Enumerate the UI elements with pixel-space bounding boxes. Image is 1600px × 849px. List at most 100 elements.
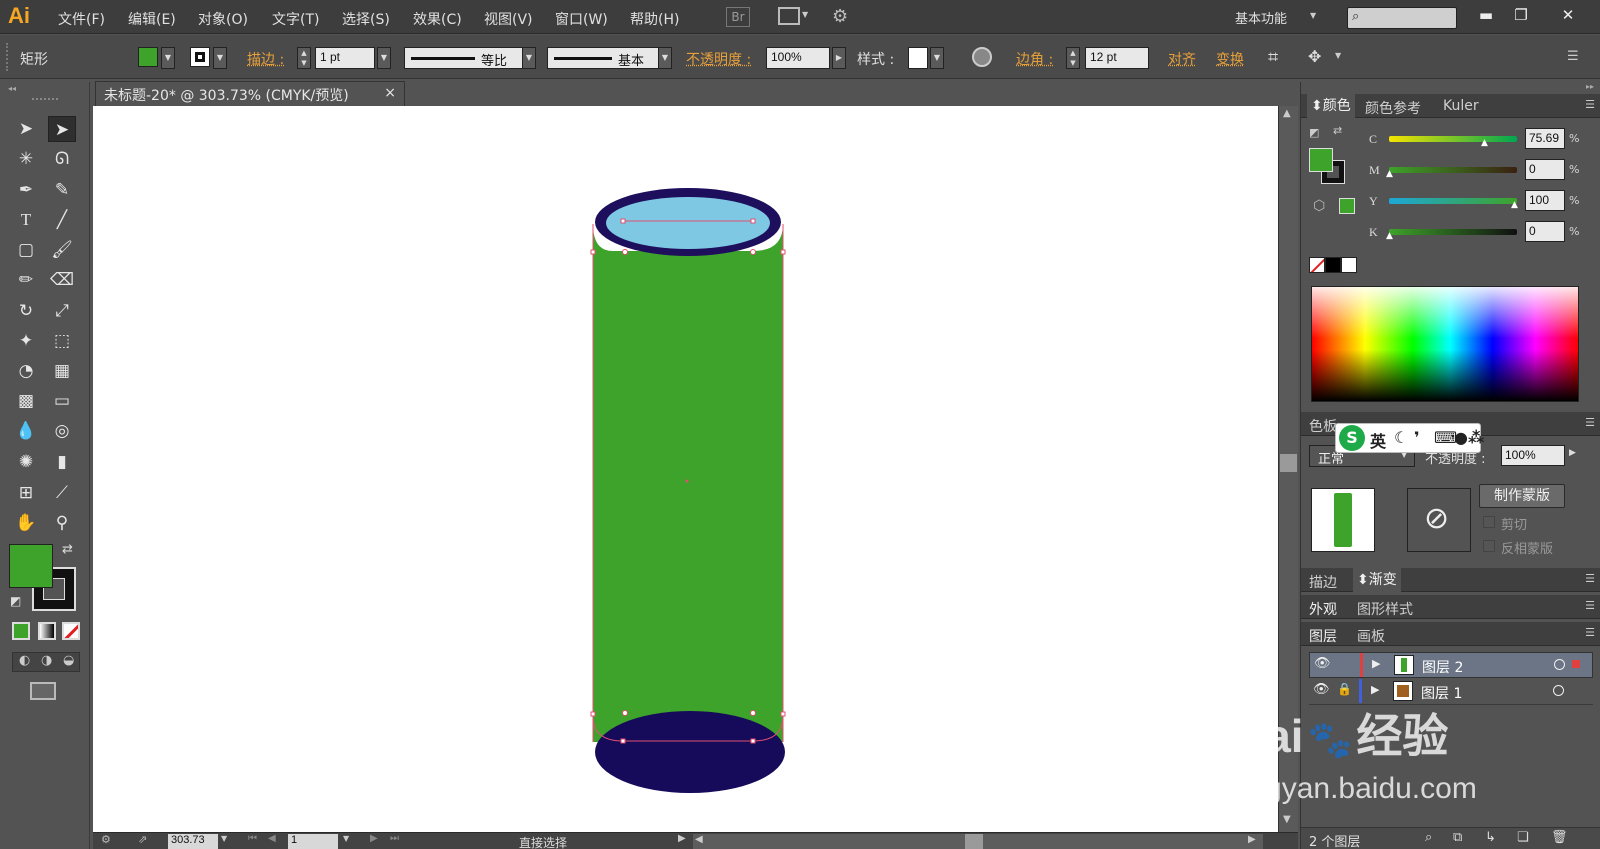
artboard-canvas[interactable] — [93, 106, 1278, 832]
profile-dropdown[interactable]: ▼ — [522, 47, 536, 69]
style-dropdown[interactable]: ▼ — [930, 47, 944, 69]
stroke-stepper[interactable]: ▲ ▼ — [297, 47, 311, 69]
document-tab[interactable]: 未标题-20* @ 303.73% (CMYK/预览) × — [95, 81, 405, 106]
anchor-point[interactable] — [750, 738, 756, 744]
rotate-tool-icon[interactable]: ↻ — [12, 298, 40, 324]
anchor-point[interactable] — [750, 249, 756, 255]
slice-tool-icon[interactable]: ⟋ — [48, 480, 76, 506]
swap-fill-stroke-icon[interactable]: ⇄ — [1333, 124, 1342, 137]
gradient-mode-icon[interactable] — [38, 622, 56, 640]
help-search-input[interactable]: ⌕ — [1347, 7, 1457, 29]
eye-icon[interactable]: 👁 — [1314, 656, 1331, 671]
chevron-down-icon[interactable]: ▼ — [1335, 51, 1341, 60]
ime-toolbar[interactable]: S 英 ☾ ❜ ⌨ ● ⁂ — [1335, 423, 1484, 453]
artboard-tool-icon[interactable]: ⊞ — [12, 480, 40, 506]
channel-c-value[interactable]: 75.69 — [1525, 128, 1565, 149]
menu-object[interactable]: 对象(O) — [198, 9, 248, 29]
minimize-button[interactable]: ▬ — [1470, 4, 1502, 26]
next-artboard-icon[interactable]: ▶ — [370, 833, 378, 844]
white-swatch[interactable] — [1341, 257, 1357, 273]
selection-tool-icon[interactable]: ➤ — [12, 116, 40, 142]
type-tool-icon[interactable]: T — [12, 207, 40, 233]
panel-menu-icon[interactable]: ☰ — [1585, 572, 1595, 585]
none-swatch[interactable] — [1309, 257, 1325, 273]
brush-definition[interactable]: 基本 — [547, 47, 659, 69]
panel-menu-icon[interactable]: ☰ — [1585, 626, 1595, 639]
corner-label[interactable]: 边角 : — [1016, 49, 1053, 69]
tab-artboards[interactable]: 画板 — [1357, 626, 1385, 646]
symbol-sprayer-tool-icon[interactable]: ✺ — [12, 449, 40, 475]
new-sublayer-icon[interactable]: ↳ — [1485, 830, 1496, 845]
align-link[interactable]: 对齐 — [1168, 49, 1196, 69]
ime-language[interactable]: 英 — [1370, 428, 1386, 452]
perspective-grid-tool-icon[interactable]: ▦ — [48, 358, 76, 384]
pen-tool-icon[interactable]: ✒ — [12, 177, 40, 203]
mask-thumbnail[interactable]: ⊘ — [1407, 488, 1471, 552]
hscroll-thumb[interactable] — [965, 834, 983, 849]
gpu-status-icon[interactable]: ⚙ — [101, 833, 111, 846]
stroke-weight-label[interactable]: 描边 : — [247, 49, 284, 69]
tab-appearance[interactable]: 外观 — [1309, 599, 1337, 619]
restore-button[interactable]: ❐ — [1505, 4, 1537, 26]
tab-stroke[interactable]: 描边 — [1309, 572, 1337, 592]
first-artboard-icon[interactable]: ⏮ — [248, 833, 257, 844]
eraser-tool-icon[interactable]: ⌫ — [48, 267, 76, 293]
screen-mode-icon[interactable] — [30, 682, 56, 700]
stroke-weight-field[interactable]: 1 pt — [315, 47, 375, 69]
stroke-dropdown[interactable]: ▼ — [213, 47, 227, 69]
magic-wand-tool-icon[interactable]: ✳ — [12, 146, 40, 172]
close-tab-icon[interactable]: × — [384, 85, 396, 101]
opacity-field[interactable]: 100% — [766, 47, 830, 69]
channel-m-value[interactable]: 0 — [1525, 159, 1565, 180]
cylinder-bottom-ellipse[interactable] — [595, 711, 785, 793]
artboard-dropdown[interactable]: ▼ — [343, 834, 349, 843]
transparency-opacity-field[interactable]: 100% — [1501, 445, 1565, 466]
anchor-point[interactable] — [622, 249, 628, 255]
draw-behind-icon[interactable]: ◑ — [41, 653, 52, 668]
grid-icon[interactable]: ⁂ — [1468, 428, 1484, 447]
menu-select[interactable]: 选择(S) — [342, 9, 390, 29]
last-artboard-icon[interactable]: ⏭ — [390, 833, 399, 844]
scroll-right-arrow[interactable]: ▶ — [1248, 834, 1256, 845]
cylinder-top-ellipse[interactable] — [606, 197, 770, 249]
collapse-arrows-icon[interactable]: ◂◂ — [8, 84, 16, 93]
brush-dropdown[interactable]: ▼ — [658, 47, 672, 69]
tab-layers[interactable]: 图层 — [1309, 626, 1337, 646]
make-mask-button[interactable]: 制作蒙版 — [1479, 484, 1565, 508]
tab-swatches[interactable]: 色板 — [1309, 416, 1337, 436]
arrange-documents-icon[interactable] — [778, 7, 800, 25]
lock-icon[interactable]: 🔒 — [1337, 682, 1352, 696]
make-clipping-mask-icon[interactable]: ⧉ — [1453, 830, 1462, 845]
chevron-down-icon[interactable]: ▼ — [802, 10, 808, 19]
tab-gradient[interactable]: ⬍渐变 — [1353, 568, 1401, 592]
fill-swatch[interactable] — [138, 47, 158, 67]
none-mode-icon[interactable] — [62, 622, 80, 640]
moon-icon[interactable]: ☾ — [1394, 428, 1408, 447]
stroke-weight-dropdown[interactable]: ▼ — [377, 47, 391, 69]
shape-builder-tool-icon[interactable]: ◔ — [12, 358, 40, 384]
channel-y-value[interactable]: 100 — [1525, 190, 1565, 211]
delete-layer-icon[interactable]: 🗑 — [1551, 830, 1568, 845]
eye-icon[interactable]: 👁 — [1313, 682, 1330, 697]
tab-color-guide[interactable]: 颜色参考 — [1365, 98, 1421, 118]
channel-k-thumb[interactable]: ▲ — [1386, 231, 1393, 241]
panel-menu-icon[interactable]: ☰ — [1585, 98, 1595, 111]
channel-k-value[interactable]: 0 — [1525, 221, 1565, 242]
rounded-rectangle-tool-icon[interactable]: ▢ — [12, 237, 40, 263]
line-tool-icon[interactable]: ╱ — [48, 207, 76, 233]
transform-link[interactable]: 变换 — [1216, 49, 1244, 69]
scroll-left-arrow[interactable]: ◀ — [695, 834, 703, 845]
channel-c-thumb[interactable]: ▲ — [1481, 138, 1488, 148]
swap-colors-icon[interactable]: ⇄ — [62, 542, 73, 557]
artboard-number-field[interactable]: 1 — [288, 834, 338, 849]
scroll-up-arrow[interactable]: ▲ — [1283, 108, 1291, 119]
horizontal-scrollbar[interactable]: ◀ ▶ — [693, 834, 1263, 849]
anchor-point[interactable] — [622, 710, 628, 716]
recolor-artwork-icon[interactable] — [972, 47, 992, 67]
zoom-field[interactable]: 303.73 — [168, 834, 218, 849]
target-icon[interactable] — [1554, 659, 1565, 670]
grip-handle[interactable] — [6, 43, 10, 71]
gamut-swatch[interactable] — [1339, 198, 1355, 214]
black-swatch[interactable] — [1325, 257, 1341, 273]
panel-menu-icon[interactable]: ☰ — [1567, 49, 1579, 64]
